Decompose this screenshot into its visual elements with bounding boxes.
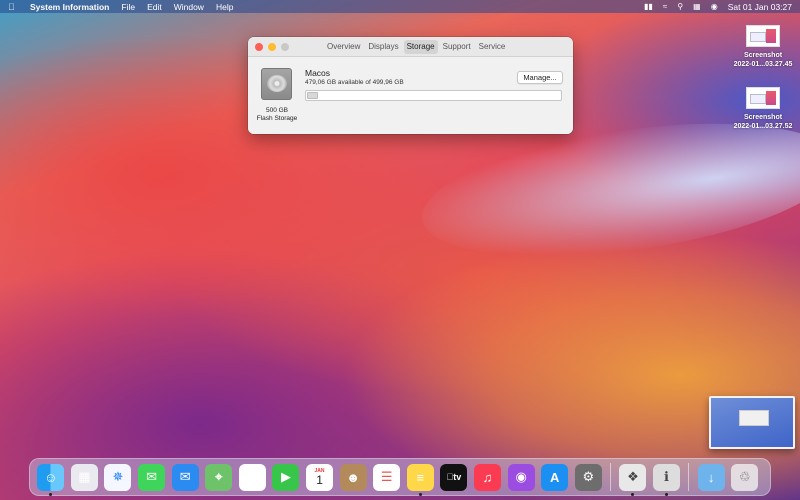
running-indicator xyxy=(631,492,635,496)
downloads-folder-icon[interactable]: ↓ xyxy=(697,463,725,491)
preview-icon[interactable]: ❖ xyxy=(619,463,647,496)
appletv-icon[interactable]: tv xyxy=(440,463,468,491)
window-titlebar[interactable]: Overview Displays Storage Support Servic… xyxy=(248,37,573,57)
storage-panel: 500 GB Flash Storage Macos 479,06 GB ava… xyxy=(248,57,573,134)
podcasts-icon[interactable]: ◉ xyxy=(507,463,535,491)
menu-help[interactable]: Help xyxy=(216,2,233,12)
manage-button[interactable]: Manage... xyxy=(517,71,563,84)
desktop-file-screenshot-1[interactable]: Screenshot 2022-01...03.27.45 xyxy=(728,25,798,69)
appstore-icon[interactable]: A xyxy=(541,463,569,491)
storage-usage-fill xyxy=(307,92,318,99)
running-indicator xyxy=(418,492,422,496)
music-icon[interactable]: ♫ xyxy=(474,463,502,491)
menu-window[interactable]: Window xyxy=(174,2,204,12)
window-tabs: Overview Displays Storage Support Servic… xyxy=(324,40,510,54)
minimize-button[interactable] xyxy=(268,43,276,51)
desktop-file-screenshot-2[interactable]: Screenshot 2022-01...03.27.52 xyxy=(728,87,798,131)
control-center-icon[interactable]: ▦ xyxy=(693,0,701,13)
zoom-button[interactable] xyxy=(281,43,289,51)
menu-file[interactable]: File xyxy=(121,2,135,12)
desktop-file-name: Screenshot xyxy=(743,114,783,121)
tab-displays[interactable]: Displays xyxy=(365,40,401,54)
disk-type-label: Flash Storage xyxy=(256,115,298,122)
running-indicator xyxy=(664,492,668,496)
volume-availability: 479,06 GB available of 499,96 GB xyxy=(305,79,404,86)
hard-disk-icon xyxy=(261,68,292,100)
tab-support[interactable]: Support xyxy=(440,40,474,54)
dock-separator xyxy=(610,463,612,491)
messages-icon[interactable]: ✉ xyxy=(138,463,166,491)
system-information-window: Overview Displays Storage Support Servic… xyxy=(248,37,573,134)
tab-service[interactable]: Service xyxy=(476,40,509,54)
contacts-icon[interactable]: ☻ xyxy=(339,463,367,491)
volume-name: Macos xyxy=(305,68,331,78)
desktop-file-name: Screenshot xyxy=(743,52,783,59)
screenshot-thumbnail-icon xyxy=(746,87,780,109)
photos-icon[interactable]: ❀ xyxy=(238,463,266,491)
menu-app-name[interactable]: System Information xyxy=(30,2,109,12)
storage-usage-bar xyxy=(305,90,562,101)
tab-storage[interactable]: Storage xyxy=(403,40,438,54)
battery-icon[interactable]: ▮▮ xyxy=(644,0,653,13)
disk-size-label: 500 GB xyxy=(265,107,289,114)
traffic-lights xyxy=(255,43,289,51)
gear-icon[interactable]: ⚙ xyxy=(574,463,602,491)
siri-icon[interactable]: ◉ xyxy=(711,0,718,13)
mail-icon[interactable]: ✉ xyxy=(171,463,199,491)
screenshot-thumbnail-icon xyxy=(746,25,780,47)
launchpad-icon[interactable]: ▦ xyxy=(70,463,98,491)
calendar-icon[interactable]: JAN 1 xyxy=(306,463,334,491)
desktop-file-name-detail: 2022-01...03.27.52 xyxy=(733,123,793,130)
dock-separator xyxy=(688,463,690,491)
calendar-day-label: 1 xyxy=(316,472,323,487)
menu-edit[interactable]: Edit xyxy=(147,2,162,12)
safari-icon[interactable]: ✵ xyxy=(104,463,132,491)
finder-icon[interactable]: ☺ xyxy=(37,463,65,496)
apple-menu-icon[interactable]:  xyxy=(8,2,18,12)
facetime-icon[interactable]: ▶ xyxy=(272,463,300,491)
spotlight-search-icon[interactable]: ⚲ xyxy=(677,0,683,13)
dock: ☺▦✵✉✉⌖❀▶JAN1☻☰≡tv♫◉A⚙❖ℹ↓♲ xyxy=(29,458,771,496)
screenshot-preview-thumbnail[interactable] xyxy=(709,396,795,449)
desktop-file-name-detail: 2022-01...03.27.45 xyxy=(733,61,793,68)
menu-clock[interactable]: Sat 01 Jan 03:27 xyxy=(728,2,792,12)
wifi-icon[interactable]: ≈ xyxy=(663,0,667,13)
close-button[interactable] xyxy=(255,43,263,51)
menu-bar:  System Information File Edit Window He… xyxy=(0,0,800,13)
system-information-icon[interactable]: ℹ xyxy=(652,463,680,496)
tab-overview[interactable]: Overview xyxy=(324,40,363,54)
running-indicator xyxy=(49,492,53,496)
notes-icon[interactable]: ≡ xyxy=(406,463,434,496)
menu-extras: ▮▮ ≈ ⚲ ▦ ◉ Sat 01 Jan 03:27 xyxy=(644,0,792,13)
reminders-icon[interactable]: ☰ xyxy=(373,463,401,491)
maps-icon[interactable]: ⌖ xyxy=(205,463,233,491)
trash-icon[interactable]: ♲ xyxy=(731,463,759,491)
